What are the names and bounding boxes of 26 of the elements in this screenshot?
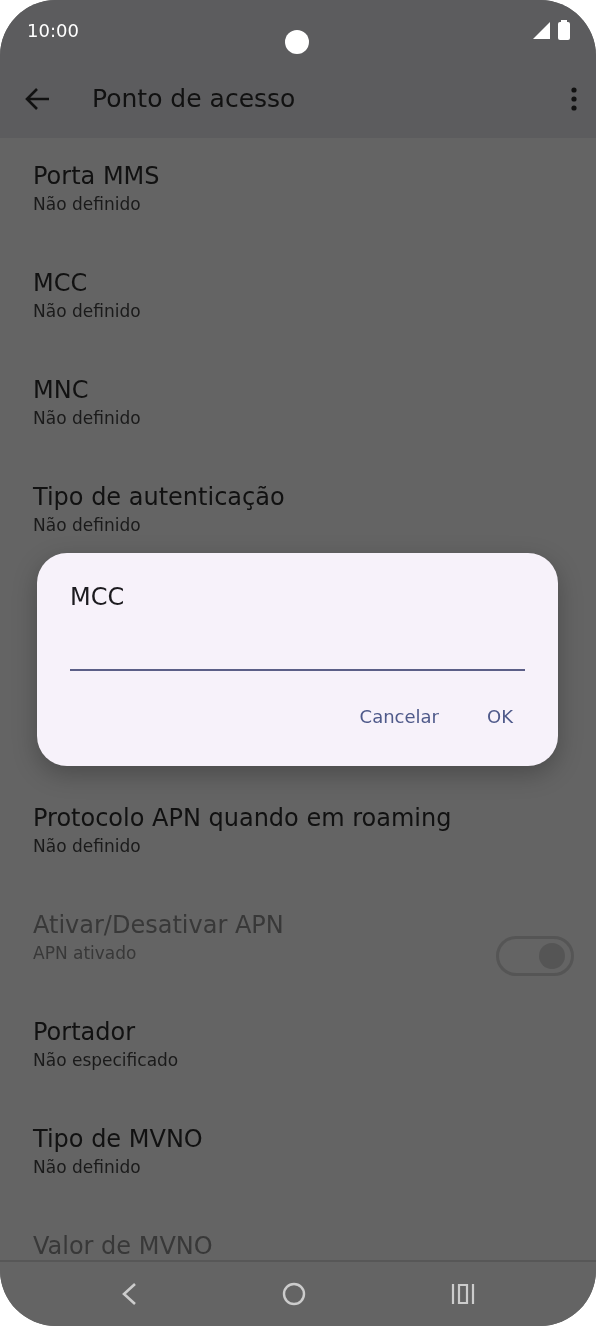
- setting-title: MCC: [33, 268, 89, 299]
- battery-icon: [558, 20, 570, 40]
- setting-title: Protocolo APN quando em roaming: [33, 803, 453, 834]
- home-icon[interactable]: [282, 1282, 306, 1306]
- status-time: 10:00: [27, 18, 79, 43]
- setting-title: Tipo de autenticação: [33, 482, 286, 513]
- setting-summary: Não definido: [33, 407, 142, 430]
- setting-summary: Não definido: [33, 514, 142, 537]
- setting-title: Portador: [33, 1017, 137, 1048]
- dialog-title: MCC: [70, 582, 126, 613]
- setting-title: Porta MMS: [33, 161, 161, 192]
- dialog-button[interactable]: OK: [475, 695, 525, 738]
- setting-summary: Não definido: [33, 193, 142, 216]
- setting-summary: Não definido: [33, 835, 142, 858]
- page-title: Ponto de acesso: [92, 83, 297, 116]
- setting-summary: Não definido: [33, 1156, 142, 1179]
- signal-icon: [533, 21, 550, 39]
- recents-icon[interactable]: [451, 1283, 476, 1305]
- setting-summary: Não especificado: [33, 1049, 180, 1072]
- setting-title: MNC: [33, 375, 90, 406]
- more-options-icon[interactable]: [570, 87, 578, 111]
- dialog-button[interactable]: Cancelar: [347, 695, 451, 738]
- setting-title: Tipo de MVNO: [33, 1124, 204, 1155]
- back-icon[interactable]: [24, 87, 50, 111]
- back-nav-icon[interactable]: [120, 1282, 137, 1306]
- setting-summary: Não definido: [33, 300, 142, 323]
